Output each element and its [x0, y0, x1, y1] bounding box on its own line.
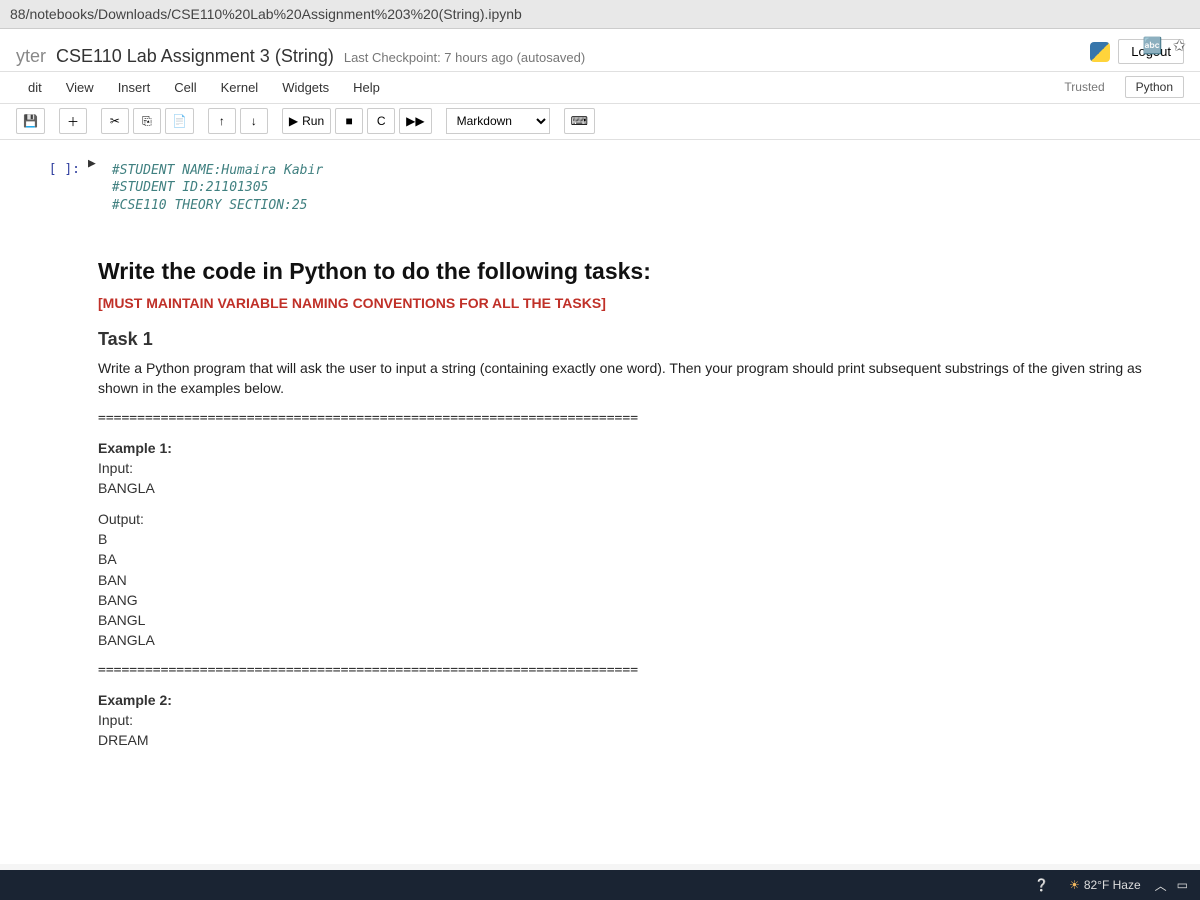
battery-icon[interactable]: ▭ — [1177, 878, 1188, 892]
task-heading: Task 1 — [98, 329, 1166, 350]
example-1-output-label: Output: — [98, 509, 1166, 529]
copy-button[interactable]: ⎘ — [133, 108, 161, 134]
checkpoint-status: Last Checkpoint: 7 hours ago (autosaved) — [344, 50, 585, 65]
restart-run-all-button[interactable]: ▶▶ — [399, 108, 431, 134]
favorite-icon[interactable]: ✩ — [1173, 36, 1186, 56]
restart-button[interactable]: C — [367, 108, 395, 134]
cell-type-select[interactable]: Markdown — [446, 108, 550, 134]
example-1-output: Output: B BA BAN BANG BANGL BANGLA — [98, 509, 1166, 651]
notebook-container: [ ]: ▶ #STUDENT NAME:Humaira Kabir #STUD… — [0, 140, 1200, 864]
divider-line: ========================================… — [98, 411, 1166, 426]
menu-kernel[interactable]: Kernel — [209, 74, 271, 101]
example-1: Example 1: Input: BANGLA — [98, 438, 1166, 499]
save-button[interactable]: 💾 — [16, 108, 45, 134]
example-2-title: Example 2: — [98, 690, 1166, 710]
markdown-cell[interactable]: . Write the code in Python to do the fol… — [0, 224, 1176, 770]
task-description: Write a Python program that will ask the… — [98, 358, 1166, 399]
example-2-input-label: Input: — [98, 710, 1166, 730]
paste-button[interactable]: 📄 — [165, 108, 194, 134]
kernel-indicator[interactable]: Python — [1125, 76, 1184, 98]
menu-help[interactable]: Help — [341, 74, 392, 101]
output-line: BAN — [98, 570, 1166, 590]
notebook-title[interactable]: CSE110 Lab Assignment 3 (String) — [56, 46, 334, 67]
translate-icon[interactable]: 🔤 — [1143, 36, 1163, 56]
output-line: BANG — [98, 590, 1166, 610]
toolbar: 💾 ＋ ✂ ⎘ 📄 ↑ ↓ ▶ Run ■ C ▶▶ Markdown ⌨ — [0, 104, 1200, 140]
output-line: BANGLA — [98, 630, 1166, 650]
cut-button[interactable]: ✂ — [101, 108, 129, 134]
example-2-input: DREAM — [98, 730, 1166, 750]
menu-view[interactable]: View — [54, 74, 106, 101]
markdown-rendered: Write the code in Python to do the follo… — [88, 228, 1176, 766]
code-line: #STUDENT NAME:Humaira Kabir — [112, 162, 1166, 180]
python-logo-icon — [1090, 42, 1110, 62]
run-label: Run — [302, 114, 324, 128]
run-button[interactable]: ▶ Run — [282, 108, 331, 134]
example-1-title: Example 1: — [98, 438, 1166, 458]
move-down-button[interactable]: ↓ — [240, 108, 268, 134]
output-line: B — [98, 529, 1166, 549]
example-2: Example 2: Input: DREAM — [98, 690, 1166, 751]
warning-text: [MUST MAINTAIN VARIABLE NAMING CONVENTIO… — [98, 295, 1166, 311]
haze-icon: ☀ — [1069, 878, 1080, 892]
output-line: BANGL — [98, 610, 1166, 630]
input-prompt: [ ]: — [0, 156, 88, 221]
help-tip-icon[interactable]: ❔ — [1034, 878, 1049, 892]
code-input-area[interactable]: #STUDENT NAME:Humaira Kabir #STUDENT ID:… — [102, 156, 1176, 221]
menu-insert[interactable]: Insert — [106, 74, 163, 101]
trusted-indicator[interactable]: Trusted — [1056, 78, 1112, 96]
chevron-up-icon[interactable]: ︿ — [1155, 877, 1167, 894]
windows-taskbar[interactable]: ❔ ☀ 82°F Haze ︿ ▭ — [0, 870, 1200, 900]
main-heading: Write the code in Python to do the follo… — [98, 258, 1166, 285]
code-line: #STUDENT ID:21101305 — [112, 179, 1166, 197]
code-line: #CSE110 THEORY SECTION:25 — [112, 197, 1166, 215]
empty-prompt: . — [0, 228, 88, 766]
menu-cell[interactable]: Cell — [162, 74, 208, 101]
add-cell-button[interactable]: ＋ — [59, 108, 87, 134]
output-line: BA — [98, 549, 1166, 569]
weather-text: 82°F Haze — [1084, 878, 1141, 892]
code-cell[interactable]: [ ]: ▶ #STUDENT NAME:Humaira Kabir #STUD… — [0, 152, 1176, 225]
weather-widget[interactable]: ☀ 82°F Haze — [1069, 878, 1141, 892]
menu-widgets[interactable]: Widgets — [270, 74, 341, 101]
run-cell-arrow-icon[interactable]: ▶ — [88, 156, 102, 221]
notebook-header: yter CSE110 Lab Assignment 3 (String) La… — [0, 29, 1200, 72]
interrupt-button[interactable]: ■ — [335, 108, 363, 134]
example-1-input-label: Input: — [98, 458, 1166, 478]
example-1-input: BANGLA — [98, 478, 1166, 498]
jupyter-logo-text: yter — [16, 46, 46, 67]
command-palette-button[interactable]: ⌨ — [564, 108, 595, 134]
divider-line: ========================================… — [98, 663, 1166, 678]
browser-url-bar[interactable]: 88/notebooks/Downloads/CSE110%20Lab%20As… — [0, 0, 1200, 29]
menu-bar: dit View Insert Cell Kernel Widgets Help… — [0, 72, 1200, 104]
browser-action-icons: 🔤 ✩ — [1143, 36, 1186, 56]
play-icon: ▶ — [289, 114, 298, 128]
move-up-button[interactable]: ↑ — [208, 108, 236, 134]
menu-edit[interactable]: dit — [16, 74, 54, 101]
